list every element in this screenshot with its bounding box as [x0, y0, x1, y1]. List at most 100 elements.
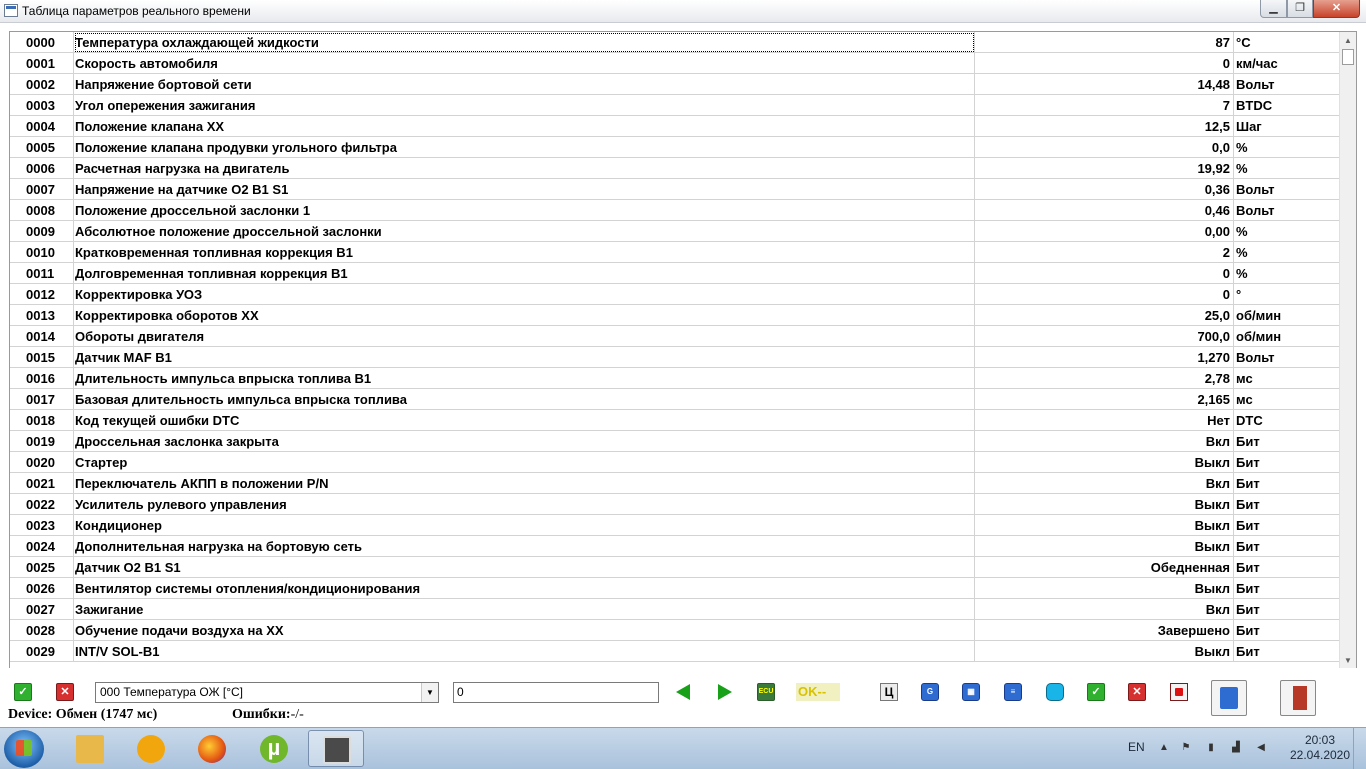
taskbar-firefox[interactable] [184, 730, 240, 767]
c-button[interactable]: Ц [880, 683, 898, 701]
table-row[interactable]: 0016 Длительность импульса впрыска топлив… [10, 368, 1340, 389]
close-button[interactable]: ✕ [1313, 0, 1360, 18]
table-row[interactable]: 0010 Кратковременная топливная коррекция … [10, 242, 1340, 263]
tray-volume-icon[interactable]: ◀ [1255, 742, 1267, 754]
taskbar-utorrent[interactable]: µ [246, 730, 302, 767]
table-row[interactable]: 0014 Обороты двигателя 700,0 об/мин [10, 326, 1340, 347]
table-row[interactable]: 0006 Расчетная нагрузка на двигатель 19,92… [10, 158, 1340, 179]
show-desktop-button[interactable] [1353, 728, 1366, 769]
param-name: Напряжение бортовой сети [74, 74, 975, 95]
param-value: 19,92 [975, 158, 1234, 179]
table-row[interactable]: 0011 Долговременная топливная коррекция B… [10, 263, 1340, 284]
language-indicator[interactable]: EN [1128, 740, 1145, 754]
table-row[interactable]: 0023 Кондиционер Выкл Бит [10, 515, 1340, 536]
table-row[interactable]: 0001 Скорость автомобиля 0 км/час [10, 53, 1340, 74]
table-row[interactable]: 0020 Стартер Выкл Бит [10, 452, 1340, 473]
list-icon[interactable]: ≡ [1004, 683, 1022, 701]
param-unit: Бит [1234, 641, 1340, 662]
app-icon [323, 736, 351, 764]
chart-icon[interactable]: ▦ [962, 683, 980, 701]
table-row[interactable]: 0008 Положение дроссельной заслонки 1 0,46… [10, 200, 1340, 221]
arrow-right-icon[interactable] [718, 684, 732, 700]
tray-flag-icon[interactable]: ⚑ [1180, 742, 1192, 754]
param-unit: BTDC [1234, 95, 1340, 116]
maximize-button[interactable]: ❐ [1287, 0, 1313, 18]
scrollbar-thumb[interactable] [1342, 49, 1354, 65]
param-unit: км/час [1234, 53, 1340, 74]
tray-clock[interactable]: 20:03 22.04.2020 [1280, 733, 1360, 763]
table-row[interactable]: 0017 Базовая длительность импульса впрыск… [10, 389, 1340, 410]
param-code: 0029 [10, 641, 74, 662]
value-input[interactable]: 0 [453, 682, 659, 703]
param-code: 0024 [10, 536, 74, 557]
title-bar: Таблица параметров реального времени ▁ ❐… [0, 0, 1366, 23]
param-name: Код текущей ошибки DTC [74, 410, 975, 431]
param-name: Угол опережения зажигания [74, 95, 975, 116]
table-row[interactable]: 0007 Напряжение на датчике O2 B1 S1 0,36 Во… [10, 179, 1340, 200]
chevron-down-icon[interactable]: ▼ [421, 683, 438, 702]
param-value: Вкл [975, 599, 1234, 620]
ok-indicator[interactable]: OK-- [796, 683, 840, 701]
parameter-select[interactable]: 000 Температура ОЖ [°C] ▼ [95, 682, 439, 703]
table-row[interactable]: 0012 Корректировка УОЗ 0 ° [10, 284, 1340, 305]
minimize-button[interactable]: ▁ [1260, 0, 1287, 18]
table-row[interactable]: 0025 Датчик O2 B1 S1 Обедненная Бит [10, 557, 1340, 578]
table-row[interactable]: 0026 Вентилятор системы отопления/кондици… [10, 578, 1340, 599]
record-icon[interactable] [1170, 683, 1188, 701]
param-unit: мс [1234, 389, 1340, 410]
table-row[interactable]: 0013 Корректировка оборотов ХХ 25,0 об/мин [10, 305, 1340, 326]
table-row[interactable]: 0000 Температура охлаждающей жидкости 87 °C [10, 32, 1340, 53]
clock-time: 20:03 [1304, 733, 1336, 747]
param-value: Вкл [975, 431, 1234, 452]
tray-expand-icon[interactable]: ▲ [1158, 742, 1170, 754]
scroll-down-arrow-icon[interactable]: ▼ [1340, 652, 1356, 668]
table-row[interactable]: 0004 Положение клапана ХХ 12,5 Шаг [10, 116, 1340, 137]
table-row[interactable]: 0029 INT/V SOL-B1 Выкл Бит [10, 641, 1340, 662]
table-row[interactable]: 0015 Датчик MAF B1 1,270 Вольт [10, 347, 1340, 368]
tray-network-icon[interactable]: ▟ [1230, 742, 1242, 754]
param-name: Усилитель рулевого управления [74, 494, 975, 515]
param-code: 0023 [10, 515, 74, 536]
graph-icon[interactable]: G [921, 683, 939, 701]
save-button[interactable] [1211, 680, 1247, 716]
param-value: 2,165 [975, 389, 1234, 410]
param-unit: % [1234, 242, 1340, 263]
param-unit: % [1234, 221, 1340, 242]
table-row[interactable]: 0018 Код текущей ошибки DTC Нет DTC [10, 410, 1340, 431]
scroll-up-arrow-icon[interactable]: ▲ [1340, 32, 1356, 49]
table-row[interactable]: 0003 Угол опережения зажигания 7 BTDC [10, 95, 1340, 116]
table-row[interactable]: 0027 Зажигание Вкл Бит [10, 599, 1340, 620]
param-name: Кондиционер [74, 515, 975, 536]
param-unit: Бит [1234, 515, 1340, 536]
display-icon[interactable] [1046, 683, 1064, 701]
param-name: Стартер [74, 452, 975, 473]
table-row[interactable]: 0009 Абсолютное положение дроссельной зас… [10, 221, 1340, 242]
arrow-left-icon[interactable] [676, 684, 690, 700]
exit-button[interactable] [1280, 680, 1316, 716]
select-all-check-icon[interactable]: ✓ [14, 683, 32, 701]
table-row[interactable]: 0005 Положение клапана продувки угольного… [10, 137, 1340, 158]
param-unit: DTC [1234, 410, 1340, 431]
tray-power-icon[interactable]: ▮ [1205, 742, 1217, 754]
table-row[interactable]: 0021 Переключатель АКПП в положении P/N Вк… [10, 473, 1340, 494]
param-unit: Бит [1234, 452, 1340, 473]
taskbar-avast[interactable] [123, 730, 179, 767]
table-row[interactable]: 0024 Дополнительная нагрузка на бортовую … [10, 536, 1340, 557]
deselect-all-x-icon[interactable]: ✕ [56, 683, 74, 701]
table-row[interactable]: 0028 Обучение подачи воздуха на ХХ Заверше… [10, 620, 1340, 641]
vertical-scrollbar[interactable]: ▲ ▼ [1339, 32, 1356, 668]
check-icon[interactable]: ✓ [1087, 683, 1105, 701]
param-name: Обучение подачи воздуха на ХХ [74, 620, 975, 641]
param-value: 25,0 [975, 305, 1234, 326]
table-row[interactable]: 0019 Дроссельная заслонка закрыта Вкл Бит [10, 431, 1340, 452]
table-row[interactable]: 0002 Напряжение бортовой сети 14,48 Вольт [10, 74, 1340, 95]
param-unit: Бит [1234, 494, 1340, 515]
param-name: Датчик O2 B1 S1 [74, 557, 975, 578]
ecu-icon[interactable]: ECU [757, 683, 775, 701]
taskbar-explorer[interactable] [62, 730, 118, 767]
param-name: Корректировка оборотов ХХ [74, 305, 975, 326]
table-row[interactable]: 0022 Усилитель рулевого управления Выкл Бит [10, 494, 1340, 515]
x-icon[interactable]: ✕ [1128, 683, 1146, 701]
taskbar-diagnostic-app[interactable] [308, 730, 364, 767]
start-button[interactable] [4, 730, 44, 768]
